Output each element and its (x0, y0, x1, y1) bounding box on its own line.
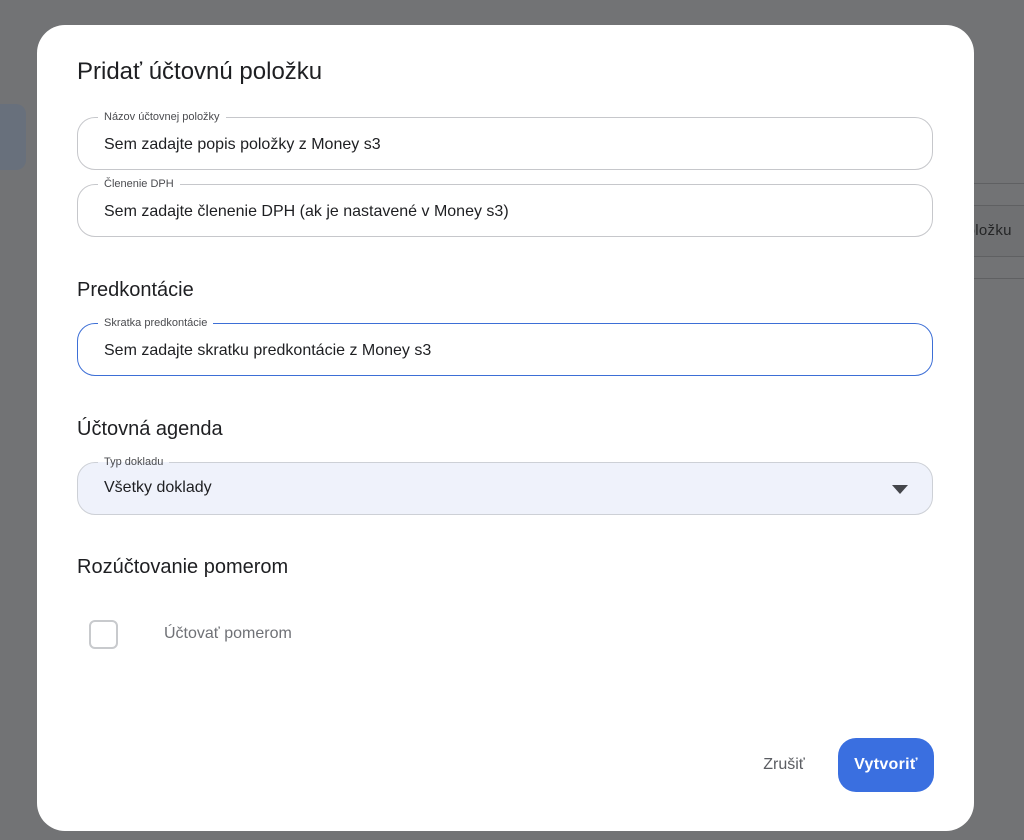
document-type-select[interactable]: Typ dokladu Všetky doklady (77, 455, 933, 515)
item-name-field[interactable]: Názov účtovnej položky Sem zadajte popis… (77, 110, 933, 170)
ratio-checkbox[interactable] (89, 620, 118, 649)
background-divider (974, 183, 1024, 184)
rozuctovanie-heading: Rozúčtovanie pomerom (77, 556, 289, 578)
dialog-title: Pridať účtovnú položku (77, 58, 323, 85)
chevron-down-icon[interactable] (892, 485, 908, 494)
add-item-dialog: Pridať účtovnú položku Názov účtovnej po… (37, 25, 974, 831)
document-type-value: Všetky doklady (104, 479, 212, 496)
cancel-button[interactable]: Zrušiť (749, 756, 819, 776)
vat-field[interactable]: Členenie DPH Sem zadajte členenie DPH (a… (77, 177, 933, 237)
create-button[interactable]: Vytvoriť (838, 738, 934, 792)
document-type-label: Typ dokladu (98, 455, 170, 469)
item-name-placeholder: Sem zadajte popis položky z Money s3 (104, 136, 381, 153)
background-divider (974, 278, 1024, 279)
vat-placeholder: Sem zadajte členenie DPH (ak je nastaven… (104, 203, 509, 220)
vat-label: Členenie DPH (98, 177, 180, 191)
predkontacia-placeholder: Sem zadajte skratku predkontácie z Money… (104, 342, 432, 359)
item-name-label: Názov účtovnej položky (98, 110, 226, 124)
agenda-heading: Účtovná agenda (77, 418, 223, 440)
predkontacia-label: Skratka predkontácie (98, 316, 214, 330)
predkontacie-heading: Predkontácie (77, 279, 194, 301)
predkontacia-field[interactable]: Skratka predkontácie Sem zadajte skratku… (77, 316, 933, 376)
ratio-checkbox-label[interactable]: Účtovať pomerom (164, 625, 292, 643)
background-chip (0, 104, 26, 170)
